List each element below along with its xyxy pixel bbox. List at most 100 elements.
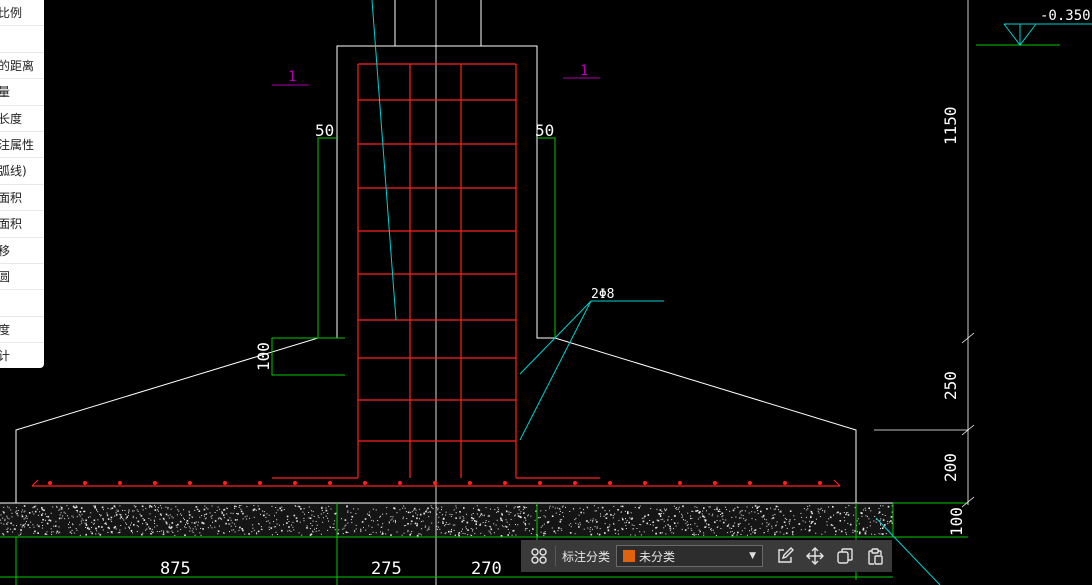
gravel-speck: [424, 526, 426, 528]
gravel-speck: [843, 512, 845, 513]
menu-item-5[interactable]: 注属性: [0, 132, 44, 159]
section-mark-right: 1: [580, 63, 588, 79]
gravel-speck: [500, 517, 502, 520]
menu-item-6[interactable]: 弧线): [0, 158, 44, 185]
gravel-speck: [2, 533, 4, 535]
gravel-speck: [189, 530, 191, 532]
gravel-speck: [455, 517, 457, 519]
gravel-speck: [211, 505, 213, 507]
gravel-speck: [660, 513, 662, 514]
gravel-speck: [58, 532, 60, 534]
gravel-speck: [411, 511, 413, 513]
gravel-speck: [390, 519, 392, 521]
gravel-speck: [175, 506, 177, 508]
gravel-speck: [861, 515, 863, 517]
gravel-speck: [16, 512, 18, 515]
gravel-speck: [543, 532, 545, 535]
gravel-speck: [204, 505, 206, 507]
gravel-speck: [131, 522, 132, 524]
gravel-speck: [613, 523, 615, 525]
gravel-speck: [748, 523, 750, 525]
gravel-speck: [617, 530, 619, 532]
rebar-dot: [153, 481, 157, 485]
gravel-speck: [227, 519, 229, 521]
gravel-speck: [88, 528, 91, 530]
gravel-speck: [864, 531, 866, 533]
gravel-speck: [29, 527, 31, 529]
gravel-speck: [518, 505, 521, 508]
gravel-speck: [241, 528, 243, 530]
gravel-speck: [68, 517, 70, 519]
gravel-speck: [139, 513, 141, 515]
annotation-category-select[interactable]: 未分类 ▼: [616, 545, 764, 567]
gravel-speck: [169, 527, 171, 529]
gravel-speck: [2, 517, 4, 519]
menu-item-7[interactable]: 面积: [0, 185, 44, 212]
gravel-speck: [856, 520, 858, 522]
gravel-speck: [484, 534, 486, 536]
gravel-speck: [777, 506, 779, 508]
cad-drawing-canvas[interactable]: 1 1 50 50 2Φ8 -0.350 100 1150 250 200 10…: [0, 0, 1092, 585]
menu-item-0[interactable]: 比例: [0, 0, 44, 27]
menu-item-9[interactable]: 移: [0, 238, 44, 264]
gravel-speck: [776, 531, 778, 533]
gravel-speck: [386, 507, 388, 509]
menu-item-8[interactable]: 面积: [0, 211, 44, 238]
gravel-speck: [107, 507, 109, 509]
gravel-speck: [558, 527, 560, 529]
gravel-speck: [480, 515, 481, 517]
gravel-speck: [596, 521, 598, 523]
gravel-speck: [132, 517, 134, 519]
gravel-speck: [420, 534, 422, 536]
gravel-speck: [185, 521, 187, 523]
menu-item-1[interactable]: [0, 26, 44, 53]
edit-icon[interactable]: [775, 546, 795, 566]
gravel-speck: [380, 515, 381, 517]
gravel-speck: [885, 533, 887, 535]
gravel-speck: [655, 532, 657, 534]
grid-apps-icon[interactable]: [529, 546, 549, 566]
gravel-speck: [447, 524, 449, 525]
menu-item-13[interactable]: 计: [0, 343, 44, 368]
gravel-speck: [686, 521, 688, 523]
gravel-speck: [67, 515, 68, 517]
gravel-speck: [76, 511, 78, 513]
gravel-speck: [407, 529, 409, 531]
gravel-speck: [303, 520, 305, 522]
gravel-speck: [771, 518, 773, 520]
copy-icon[interactable]: [835, 546, 855, 566]
gravel-speck: [161, 530, 163, 532]
gravel-speck: [410, 532, 412, 534]
gravel-speck: [372, 531, 374, 533]
menu-item-12[interactable]: 度: [0, 317, 44, 344]
gravel-speck: [601, 506, 604, 509]
gravel-speck: [600, 513, 601, 515]
gravel-speck: [129, 526, 131, 528]
rebar-dot: [398, 481, 402, 485]
gravel-speck: [342, 533, 344, 535]
gravel-speck: [17, 515, 19, 517]
paste-icon[interactable]: [865, 546, 885, 566]
gravel-speck: [192, 528, 194, 530]
gravel-speck: [377, 524, 379, 526]
menu-item-4[interactable]: 长度: [0, 106, 44, 132]
gravel-speck: [848, 505, 850, 507]
gravel-speck: [351, 515, 354, 518]
gravel-speck: [119, 532, 121, 534]
gravel-speck: [21, 509, 23, 511]
move-icon[interactable]: [805, 546, 825, 566]
gravel-speck: [706, 510, 707, 512]
gravel-speck: [219, 508, 221, 510]
gravel-speck: [744, 510, 746, 512]
gravel-speck: [311, 525, 313, 527]
menu-item-11[interactable]: [0, 290, 44, 317]
gravel-speck: [708, 506, 710, 508]
menu-item-3[interactable]: 量: [0, 79, 44, 106]
menu-item-10[interactable]: 圆: [0, 264, 44, 291]
gravel-speck: [781, 527, 783, 529]
gravel-speck: [734, 507, 736, 509]
menu-item-2[interactable]: 的距离: [0, 53, 44, 80]
gravel-speck: [620, 511, 622, 513]
gravel-speck: [622, 518, 624, 521]
gravel-speck: [394, 519, 396, 521]
